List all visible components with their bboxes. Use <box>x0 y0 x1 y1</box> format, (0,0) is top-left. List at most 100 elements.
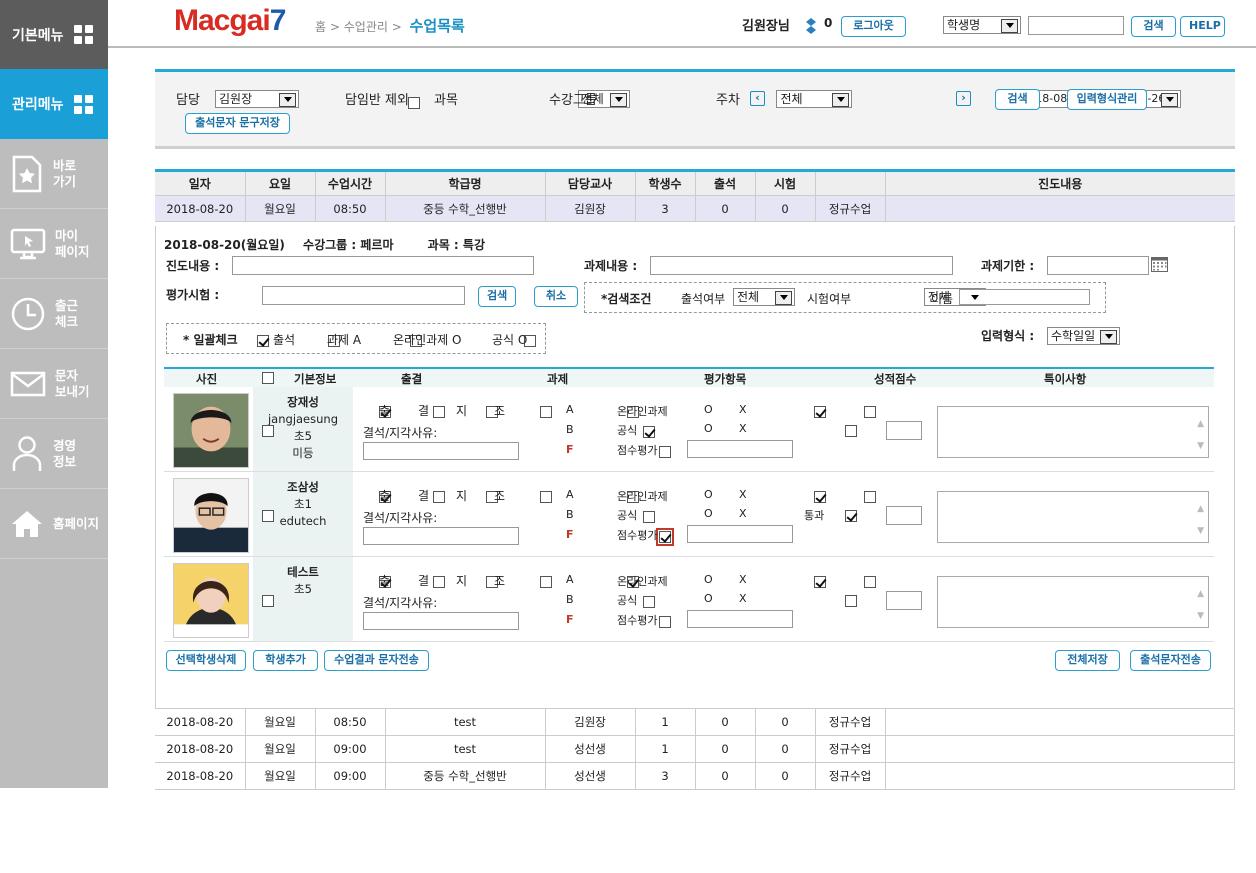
attend-early-checkbox[interactable] <box>540 405 553 418</box>
attend-absent-checkbox[interactable] <box>432 575 445 588</box>
chevron-down-icon <box>284 97 292 102</box>
sidebar-item-management[interactable]: 경영 정보 <box>0 419 108 489</box>
save-attendance-phrase-button[interactable]: 출석문자 문구저장 <box>185 113 290 134</box>
absence-reason-input[interactable] <box>363 612 519 630</box>
absence-reason-input[interactable] <box>363 527 519 545</box>
input-type-select[interactable]: 수학일일 <box>1047 327 1120 345</box>
sidebar-admin-menu[interactable]: 관리메뉴 <box>0 69 108 139</box>
deadline-input[interactable] <box>1047 256 1149 275</box>
homework-b-checkbox[interactable] <box>642 510 655 523</box>
score-eval-input[interactable] <box>687 440 793 458</box>
logout-button[interactable]: 로그아웃 <box>841 16 906 37</box>
homework-f-checkbox[interactable] <box>655 527 674 546</box>
save-all-button[interactable]: 전체저장 <box>1055 650 1120 671</box>
prev-week-button[interactable]: ‹ <box>750 91 765 106</box>
exam-input[interactable] <box>262 286 465 305</box>
delete-selected-students-button[interactable]: 선택학생삭제 <box>166 650 246 671</box>
homework-f-checkbox[interactable] <box>658 615 671 628</box>
cell-class: test <box>385 708 546 736</box>
online-x-checkbox[interactable] <box>864 490 877 503</box>
home-icon <box>12 510 42 537</box>
grade-score-input[interactable] <box>886 421 922 440</box>
teacher-select[interactable]: 김원장 <box>215 90 299 108</box>
select-all-checkbox[interactable] <box>262 372 274 384</box>
help-button[interactable]: HELP <box>1180 16 1225 37</box>
absence-reason-input[interactable] <box>363 442 519 460</box>
next-week-button[interactable]: › <box>956 91 971 106</box>
homework-f-checkbox[interactable] <box>658 445 671 458</box>
homework-b-checkbox[interactable] <box>642 595 655 608</box>
bulk-attend-checkbox[interactable] <box>257 334 269 347</box>
breadcrumb-class-mgmt[interactable]: 수업관리 <box>344 20 388 34</box>
header-search-button[interactable]: 검색 <box>1131 16 1176 37</box>
input-type-manage-button[interactable]: 입력형식관리 <box>1067 89 1147 110</box>
exam-cancel-button[interactable]: 취소 <box>534 286 578 307</box>
user-name: 김원장님 <box>742 19 790 34</box>
col-time: 수업시간 <box>315 170 386 196</box>
cell-attend: 0 <box>695 708 756 736</box>
homework-input[interactable] <box>650 256 953 275</box>
grade-score-input[interactable] <box>886 591 922 610</box>
week-label: 주차 <box>716 93 740 108</box>
group-select[interactable]: 전체 <box>776 90 853 108</box>
detail-date: 2018-08-20(월요일) <box>164 238 285 252</box>
add-student-button[interactable]: 학생추가 <box>253 650 318 671</box>
sidebar-basic-menu[interactable]: 기본메뉴 <box>0 0 108 69</box>
remarks-textarea[interactable] <box>937 576 1209 628</box>
send-class-result-sms-button[interactable]: 수업결과 문자전송 <box>324 650 429 671</box>
notification-count: 0 <box>824 16 833 30</box>
online-o-checkbox[interactable] <box>813 575 826 588</box>
formula-o-checkbox[interactable] <box>845 594 858 607</box>
breadcrumb-home[interactable]: 홈 <box>315 20 326 34</box>
student-name[interactable]: 조삼성 <box>253 479 353 496</box>
table-header: 일자 요일 수업시간 학급명 담당교사 학생수 출석 시험 진도내용 <box>155 170 1235 196</box>
sidebar-item-shortcut[interactable]: 바로 가기 <box>0 139 108 209</box>
attend-absent-checkbox[interactable] <box>432 490 445 503</box>
table-row[interactable]: 2018-08-20 월요일 09:00 test 성선생 1 0 0 정규수업 <box>155 735 1235 763</box>
search-input[interactable] <box>1028 16 1124 35</box>
cell-attend: 0 <box>695 762 756 790</box>
remarks-textarea[interactable] <box>937 491 1209 543</box>
table-row[interactable]: 2018-08-20 월요일 08:50 중등 수학_선행반 김원장 3 0 0… <box>155 195 1235 222</box>
student-name[interactable]: 장재성 <box>253 394 353 411</box>
cell-date: 2018-08-20 <box>155 708 246 736</box>
remarks-textarea[interactable] <box>937 406 1209 458</box>
send-attendance-sms-button[interactable]: 출석문자전송 <box>1130 650 1211 671</box>
attend-absent-checkbox[interactable] <box>432 405 445 418</box>
table-row[interactable]: 2018-08-20 월요일 09:00 중등 수학_선행반 성선생 3 0 0… <box>155 762 1235 790</box>
attend-early-checkbox[interactable] <box>540 490 553 503</box>
score-eval-input[interactable] <box>687 610 793 628</box>
student-select-checkbox[interactable] <box>262 509 274 522</box>
homework-b-checkbox[interactable] <box>642 425 655 438</box>
formula-o-checkbox[interactable] <box>845 424 858 437</box>
col-score: 성적점수 <box>874 372 917 386</box>
table-row[interactable]: 2018-08-20 월요일 08:50 test 김원장 1 0 0 정규수업 <box>155 708 1235 736</box>
student-name[interactable]: 테스트 <box>253 564 353 581</box>
filter-search-button[interactable]: 검색 <box>995 89 1040 110</box>
search-type-select[interactable]: 학생명 <box>943 16 1021 34</box>
exam-search-button[interactable]: 검색 <box>478 286 516 307</box>
sidebar-item-mypage[interactable]: 마이 페이지 <box>0 209 108 279</box>
attend-early-checkbox[interactable] <box>540 575 553 588</box>
online-x-checkbox[interactable] <box>864 575 877 588</box>
student-select-checkbox[interactable] <box>262 424 274 437</box>
online-o-checkbox[interactable] <box>813 405 826 418</box>
online-x-checkbox[interactable] <box>864 405 877 418</box>
grade-score-input[interactable] <box>886 506 922 525</box>
notification-icon[interactable] <box>804 17 818 35</box>
calendar-icon[interactable] <box>1151 257 1168 272</box>
formula-o-checkbox[interactable] <box>845 509 858 522</box>
student-select-checkbox[interactable] <box>262 594 274 607</box>
exclude-homeroom-checkbox[interactable] <box>407 97 420 109</box>
progress-input[interactable] <box>232 256 534 275</box>
attend-present-label: 출 <box>379 489 391 503</box>
chevron-down-icon <box>1105 334 1113 339</box>
sidebar-item-checkin[interactable]: 출근 체크 <box>0 279 108 349</box>
score-eval-input[interactable] <box>687 525 793 543</box>
sidebar-item-sms[interactable]: 문자 보내기 <box>0 349 108 419</box>
attend-filter-select[interactable]: 전체 <box>733 288 795 306</box>
logo[interactable]: Macgai7 <box>174 4 286 38</box>
sidebar-item-homepage[interactable]: 홈페이지 <box>0 489 108 559</box>
input-type-value: 수학일일 <box>1051 329 1096 343</box>
online-o-checkbox[interactable] <box>813 490 826 503</box>
